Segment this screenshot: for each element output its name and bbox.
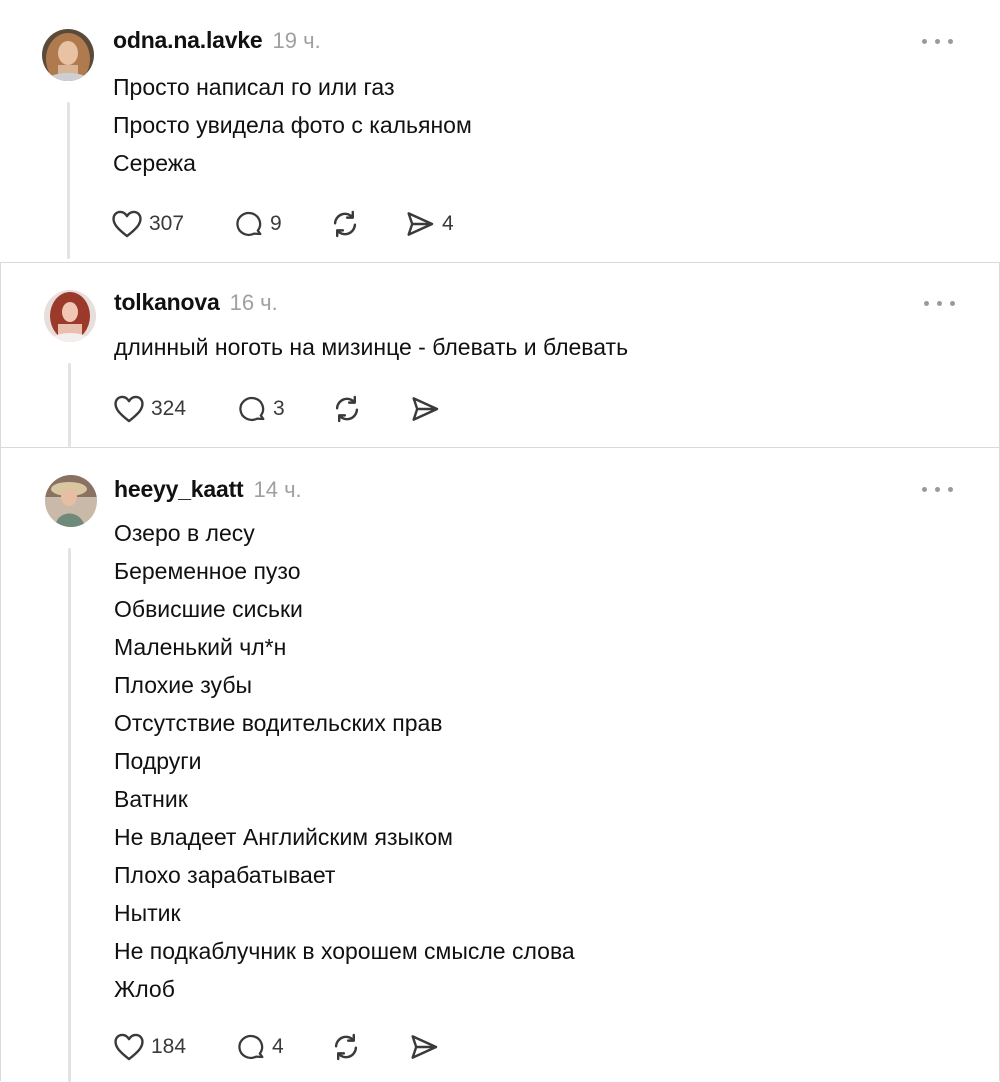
post-text-line: Подруги [114,748,202,774]
share-button[interactable] [407,1030,446,1064]
post-time: 16 ч. [229,290,278,315]
post-text-line: Маленький чл*н [114,634,287,660]
post-text-line: Плохие зубы [114,672,253,698]
more-options-icon[interactable] [922,37,956,47]
share-button[interactable]: 4 [403,207,454,241]
like-count: 184 [151,1035,187,1058]
heart-icon [114,1033,144,1061]
comment-bubble-icon [238,1034,264,1059]
like-count: 324 [151,397,187,420]
thread-line [68,548,71,1082]
like-button[interactable]: 324 [112,392,186,426]
post-text-line: Сережа [113,150,196,176]
post-text-line: Нытик [114,900,181,926]
avatar[interactable] [44,290,96,342]
comment-count: 4 [272,1035,284,1058]
post-time: 19 ч. [272,28,321,53]
post-text-line: Просто написал го или газ [113,74,395,100]
post-header: odna.na.lavke 19 ч. [113,27,321,54]
like-count: 307 [149,212,185,235]
repost-button[interactable] [328,207,367,241]
more-options-icon[interactable] [922,485,956,495]
post-text-line: Не владеет Английским языком [114,824,453,850]
share-count: 4 [442,212,454,235]
post-text-line: Жлоб [114,976,175,1002]
repost-button[interactable] [330,392,369,426]
comment-count: 9 [270,212,282,235]
post-text-line: Не подкаблучник в хорошем смысле слова [114,938,575,964]
heart-icon [114,395,144,423]
username[interactable]: heeyy_kaatt [114,476,244,503]
send-icon [412,397,439,421]
post-text-line: Отсутствие водительских прав [114,710,443,736]
more-options-icon[interactable] [924,299,958,309]
post-text: Озеро в лесу Беременное пузо Обвисшие си… [114,514,575,1008]
comment-button[interactable]: 4 [235,1030,284,1064]
post-text-line: Просто увидела фото с кальяном [113,112,472,138]
username[interactable]: odna.na.lavke [113,27,263,54]
avatar[interactable] [42,29,94,81]
send-icon [411,1035,438,1059]
comment-bubble-icon [239,396,265,421]
post-text-line: Обвисшие сиськи [114,596,303,622]
comment-button[interactable]: 9 [233,207,282,241]
post-text: Просто написал го или газ Просто увидела… [113,68,472,182]
post-text-line: Озеро в лесу [114,520,255,546]
post-header: heeyy_kaatt 14 ч. [114,476,302,503]
post-text-line: длинный ноготь на мизинце - блевать и бл… [114,334,629,360]
username[interactable]: tolkanova [114,289,220,316]
post-header: tolkanova 16 ч. [114,289,278,316]
avatar[interactable] [45,475,97,527]
like-button[interactable]: 184 [112,1030,186,1064]
repost-icon [335,395,359,423]
heart-icon [112,210,142,238]
comment-count: 3 [273,397,285,420]
post-card: heeyy_kaatt 14 ч. Озеро в лесу Беременно… [0,447,1000,1082]
thread-line [67,102,70,259]
post-text: длинный ноготь на мизинце - блевать и бл… [114,328,628,366]
comment-bubble-icon [236,211,262,236]
post-text-line: Ватник [114,786,188,812]
send-icon [407,212,434,236]
like-button[interactable]: 307 [110,207,184,241]
share-button[interactable] [408,392,447,426]
thread-line [68,363,71,447]
repost-icon [333,210,357,238]
post-card: tolkanova 16 ч. длинный ноготь на мизинц… [0,262,1000,448]
post-card: odna.na.lavke 19 ч. Просто написал го ил… [0,0,1000,262]
post-time: 14 ч. [253,477,302,502]
post-text-line: Беременное пузо [114,558,301,584]
repost-icon [334,1033,358,1061]
post-text-line: Плохо зарабатывает [114,862,336,888]
repost-button[interactable] [329,1030,368,1064]
comment-button[interactable]: 3 [236,392,285,426]
